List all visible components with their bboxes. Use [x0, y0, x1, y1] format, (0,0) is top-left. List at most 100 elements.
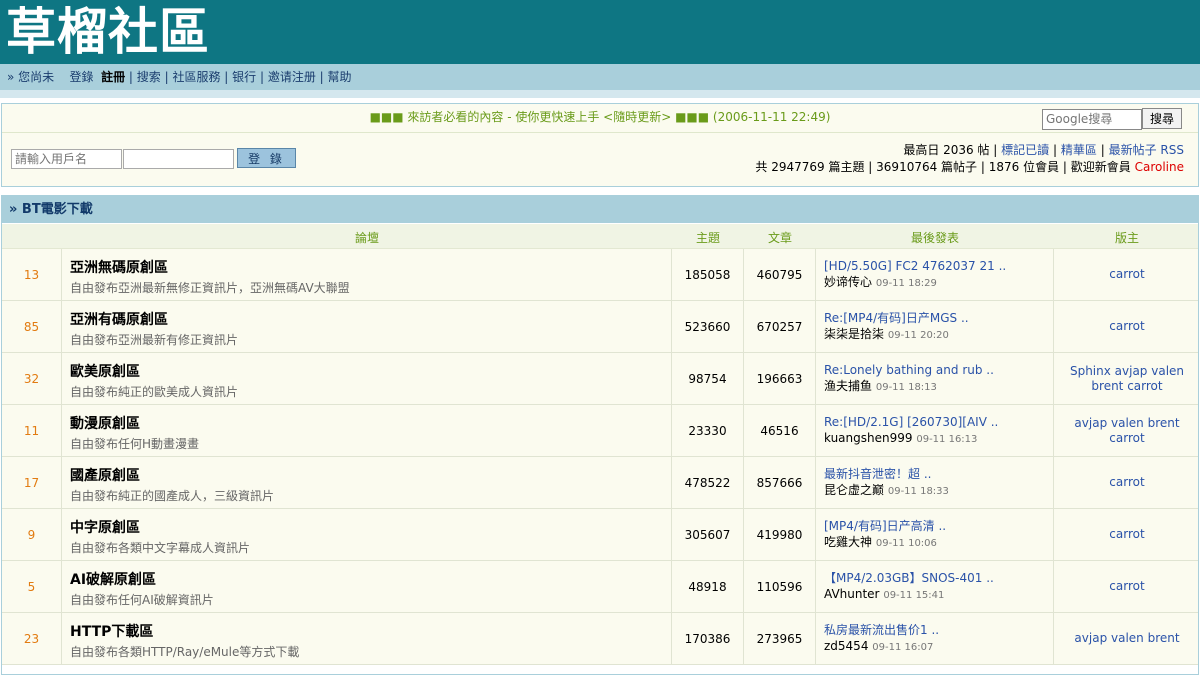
- last-post-user[interactable]: 昆仑虚之巅: [824, 483, 884, 497]
- google-search-input[interactable]: [1042, 108, 1142, 130]
- nav-search-link[interactable]: 搜索: [137, 70, 161, 84]
- forum-title-link[interactable]: AI破解原創區: [70, 569, 671, 589]
- separator: |: [1100, 143, 1105, 157]
- today-posts: 11: [2, 405, 62, 456]
- forum-info: 亞洲有碼原創區 自由發布亞洲最新有修正資訊片: [62, 301, 672, 352]
- site-logo[interactable]: 草榴社區: [6, 3, 210, 61]
- last-post-user[interactable]: 吃雞大神: [824, 535, 872, 549]
- forum-title-link[interactable]: 中字原創區: [70, 517, 671, 537]
- forum-title-link[interactable]: 歐美原創區: [70, 361, 671, 381]
- today-posts: 13: [2, 249, 62, 300]
- moderators-link[interactable]: avjap valen brent carrot: [1054, 405, 1198, 456]
- forum-description: 自由發布各類中文字幕成人資訊片: [70, 541, 251, 555]
- forum-info: 中字原創區自由發布各類中文字幕成人資訊片: [62, 509, 672, 560]
- forum-row: 9 中字原創區 自由發布各類中文字幕成人資訊片 305607 419980 [MP4/有码…: [2, 509, 1198, 561]
- last-post-user[interactable]: 渔夫捕鱼: [824, 379, 872, 393]
- mark-read-link[interactable]: 標記已讀: [1001, 143, 1049, 157]
- nav-services-link[interactable]: 社區服務: [172, 70, 220, 84]
- moderators-link[interactable]: avjap valen brent: [1054, 613, 1198, 664]
- today-posts: 23: [2, 613, 62, 664]
- password-input[interactable]: [123, 148, 234, 169]
- forum-title-link[interactable]: HTTP下載區: [70, 621, 671, 641]
- forum-description: 自由發布亞洲最新無修正資訊片，亞洲無碼AV大聯盟: [70, 281, 350, 295]
- google-search: 搜尋: [1042, 108, 1182, 130]
- last-post-user[interactable]: kuangshen999: [824, 431, 913, 445]
- nav-help-link[interactable]: 幫助: [328, 70, 352, 84]
- post-count: 460795: [744, 249, 816, 300]
- last-post-title-link[interactable]: 最新抖音泄密！超 ..: [824, 466, 1053, 482]
- post-count: 670257: [744, 301, 816, 352]
- last-post-date: 09-11 16:13: [916, 434, 978, 445]
- forum-row: 13 亞洲無碼原創區自由發布亞洲最新無修正資訊片，亞洲無碼AV大聯盟 185058 4…: [2, 249, 1198, 301]
- last-post-title-link[interactable]: Re:[MP4/有码]日产MGS ..: [824, 310, 1053, 326]
- moderators-link[interactable]: carrot: [1054, 301, 1198, 352]
- post-count: 196663: [744, 353, 816, 404]
- moderators-link[interactable]: carrot: [1054, 249, 1198, 300]
- last-post-title-link[interactable]: 【MP4/2.03GB】SNOS-401 ..: [824, 570, 1053, 586]
- last-post: Re:[HD/2.1G] [260730][AIV .. kuangshen999…: [816, 405, 1054, 456]
- google-search-button[interactable]: 搜尋: [1142, 108, 1182, 129]
- login-button[interactable]: 登 錄: [237, 148, 296, 168]
- forum-title-link[interactable]: 亞洲有碼原創區: [70, 309, 671, 329]
- forum-row: 5 AI破解原創區 自由發布任何AI破解資訊片 48918 110596 【MP4/2.0…: [2, 561, 1198, 613]
- last-post-title-link[interactable]: 私房最新流出售价1 ..: [824, 622, 1053, 638]
- last-post-user[interactable]: zd5454: [824, 639, 868, 653]
- last-post-date: 09-11 16:07: [872, 642, 934, 653]
- stats-line-2: 共 2947769 篇主題 | 36910764 篇帖子 | 1876 位會員 …: [755, 159, 1184, 176]
- board-stats: 最高日 2036 帖 | 標記已讀 | 精華區 | 最新帖子 RSS 共 294…: [755, 142, 1184, 176]
- last-post-user[interactable]: AVhunter: [824, 587, 880, 601]
- forum-description: 自由發布純正的國產成人，三級資訊片: [70, 489, 275, 503]
- last-post-title-link[interactable]: [HD/5.50G] FC2 4762037 21 ..: [824, 258, 1053, 274]
- notice-link[interactable]: ■■■ 來訪者必看的內容 - 使你更快速上手 <隨時更新> ■■■ (2006-…: [2, 108, 1198, 125]
- divider: [2, 132, 1198, 133]
- stats-line-1: 最高日 2036 帖 | 標記已讀 | 精華區 | 最新帖子 RSS: [755, 142, 1184, 159]
- topic-count: 23330: [672, 405, 744, 456]
- last-post-title-link[interactable]: [MP4/有码]日产高清 ..: [824, 518, 1053, 534]
- forum-title-link[interactable]: 國產原創區: [70, 465, 671, 485]
- nav-login-link[interactable]: 登錄: [69, 70, 93, 84]
- info-box: ■■■ 來訪者必看的內容 - 使你更快速上手 <隨時更新> ■■■ (2006-…: [1, 103, 1199, 187]
- last-post-title-link[interactable]: Re:[HD/2.1G] [260730][AIV ..: [824, 414, 1053, 430]
- forum-title-link[interactable]: 動漫原創區: [70, 413, 671, 433]
- totals-text: 共 2947769 篇主題 | 36910764 篇帖子 | 1876 位會員 …: [755, 160, 1131, 174]
- moderators-link[interactable]: carrot: [1054, 457, 1198, 508]
- col-posts: 文章: [767, 231, 792, 245]
- today-posts: 32: [2, 353, 62, 404]
- forum-info: AI破解原創區 自由發布任何AI破解資訊片: [62, 561, 672, 612]
- post-count: 857666: [744, 457, 816, 508]
- nav-register-link[interactable]: 註冊: [101, 70, 125, 84]
- moderators-link[interactable]: carrot: [1054, 509, 1198, 560]
- last-post: Re:[MP4/有码]日产MGS .. 柒柒是拾柒 09-11 20:20: [816, 301, 1054, 352]
- forum-info: HTTP下載區 自由發布各類HTTP/Ray/eMule等方式下載: [62, 613, 672, 664]
- moderators-link[interactable]: carrot: [1054, 561, 1198, 612]
- username-input[interactable]: [11, 148, 122, 169]
- nav-prefix: » 您尚未: [7, 70, 55, 84]
- last-post-date: 09-11 18:33: [887, 486, 949, 497]
- nav-bank-link[interactable]: 银行: [232, 70, 256, 84]
- last-post-user[interactable]: 妙谛传心: [824, 275, 872, 289]
- topic-count: 48918: [672, 561, 744, 612]
- last-post: [HD/5.50G] FC2 4762037 21 .. 妙谛传心 09-11 1…: [816, 249, 1054, 300]
- last-post: [MP4/有码]日产高清 .. 吃雞大神 09-11 10:06: [816, 509, 1054, 560]
- category-header[interactable]: » BT電影下載: [2, 196, 1198, 224]
- last-post-user[interactable]: 柒柒是拾柒: [824, 327, 884, 341]
- featured-link[interactable]: 精華區: [1061, 143, 1097, 157]
- moderators-link[interactable]: Sphinx avjap valen brent carrot: [1054, 353, 1198, 404]
- col-moderator: 版主: [1114, 231, 1139, 245]
- post-count: 46516: [744, 405, 816, 456]
- topic-count: 305607: [672, 509, 744, 560]
- forum-row: 85 亞洲有碼原創區 自由發布亞洲最新有修正資訊片 523660 670257 Re:[M…: [2, 301, 1198, 353]
- daily-max: 最高日 2036 帖 |: [903, 143, 998, 157]
- forum-info: 歐美原創區 自由發布純正的歐美成人資訊片: [62, 353, 672, 404]
- topic-count: 185058: [672, 249, 744, 300]
- post-count: 273965: [744, 613, 816, 664]
- forum-title-link[interactable]: 亞洲無碼原創區: [70, 257, 671, 277]
- nav-sub-strip: [0, 90, 1200, 98]
- new-member-link[interactable]: Caroline: [1135, 160, 1184, 174]
- last-post: 私房最新流出售价1 .. zd5454 09-11 16:07: [816, 613, 1054, 664]
- latest-rss-link[interactable]: 最新帖子 RSS: [1109, 143, 1184, 157]
- last-post-title-link[interactable]: Re:Lonely bathing and rub ..: [824, 362, 1053, 378]
- forum-row: 23 HTTP下載區 自由發布各類HTTP/Ray/eMule等方式下載 170386…: [2, 613, 1198, 665]
- today-posts: 9: [2, 509, 62, 560]
- nav-invite-link[interactable]: 邀请注册: [268, 70, 316, 84]
